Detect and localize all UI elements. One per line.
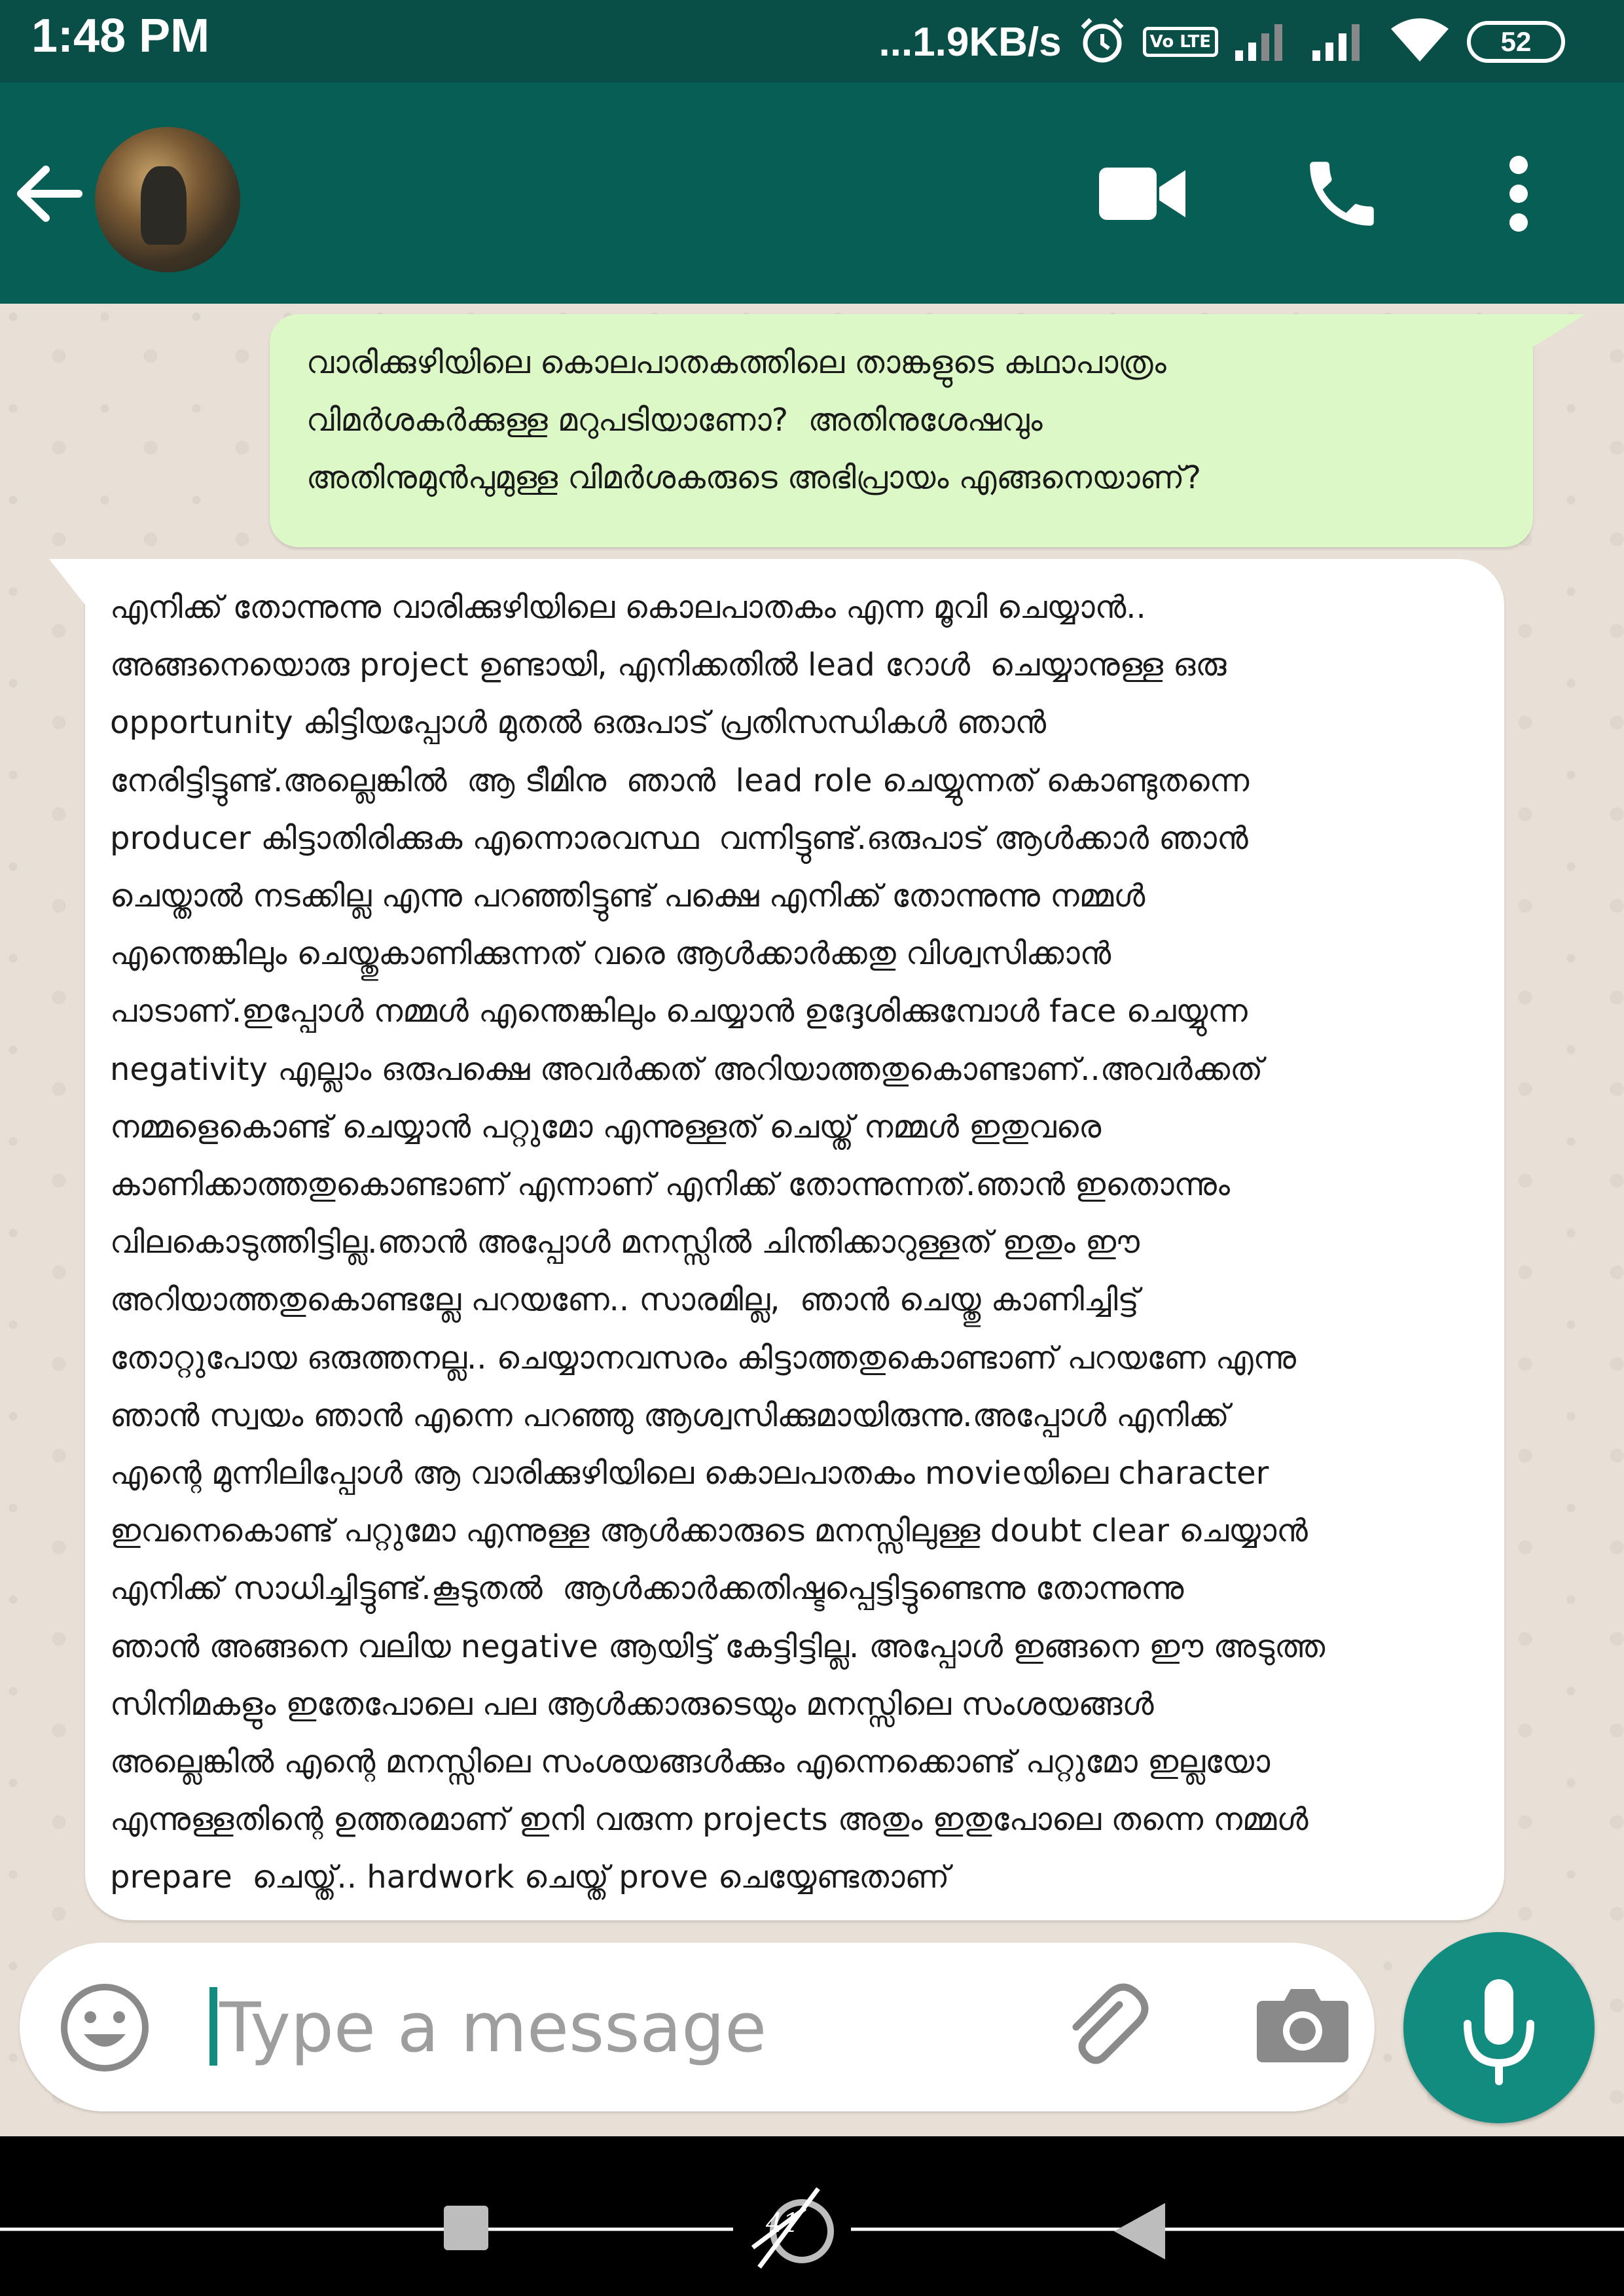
contact-avatar[interactable]: [95, 127, 240, 272]
more-vert-icon: [1509, 156, 1528, 232]
attach-button[interactable]: [1054, 1979, 1152, 2077]
emoji-icon: [61, 1984, 149, 2072]
network-speed: ...1.9KB/s: [878, 19, 1062, 65]
signal-icon: [1233, 18, 1295, 66]
outgoing-message-bubble[interactable]: വാരിക്കുഴിയിലെ കൊലപാതകത്തിലെ താങ്കളുടെ ക…: [270, 314, 1585, 547]
message-composer: [20, 1943, 1375, 2111]
wifi-icon: [1387, 14, 1453, 69]
signal-icon: [1310, 18, 1373, 66]
emoji-button[interactable]: [59, 1982, 151, 2073]
message-input[interactable]: [219, 1979, 1031, 2077]
chat-header: [0, 82, 1624, 304]
camera-button[interactable]: [1250, 1979, 1355, 2077]
back-nav-button[interactable]: [1106, 2195, 1172, 2267]
video-call-button[interactable]: [1090, 141, 1195, 246]
attach-icon: [1072, 1983, 1149, 2064]
mic-button[interactable]: [1403, 1932, 1595, 2123]
recents-button[interactable]: [440, 2202, 492, 2254]
outgoing-message-text: വാരിക്കുഴിയിലെ കൊലപാതകത്തിലെ താങ്കളുടെ ക…: [306, 344, 1201, 496]
more-options-button[interactable]: [1466, 141, 1571, 246]
video-call-icon: [1099, 168, 1185, 220]
text-cursor: [209, 1987, 217, 2066]
mic-icon: [1464, 1979, 1534, 2085]
back-triangle-icon: [1114, 2203, 1165, 2259]
system-nav-bar: 41: [0, 2136, 1624, 2296]
volte-badge: Vo LTE: [1142, 27, 1218, 57]
status-indicators: ...1.9KB/s Vo LTE 52: [878, 9, 1565, 75]
recents-square-icon: [444, 2206, 488, 2250]
status-time: 1:48 PM: [31, 10, 210, 62]
status-bar: 1:48 PM ...1.9KB/s Vo LTE 52: [0, 0, 1624, 82]
back-arrow-icon: [17, 166, 82, 222]
incoming-message-text: എനിക്ക് തോന്നുന്നു വാരിക്കുഴിയിലെ കൊലപാത…: [110, 589, 1326, 1896]
voice-call-button[interactable]: [1290, 141, 1394, 246]
watermark-number: 41: [766, 2208, 799, 2238]
alarm-icon: [1076, 14, 1128, 69]
back-button[interactable]: [7, 151, 92, 236]
battery-icon: 52: [1467, 21, 1565, 63]
incoming-message-bubble[interactable]: എനിക്ക് തോന്നുന്നു വാരിക്കുഴിയിലെ കൊലപാത…: [49, 559, 1504, 1920]
camera-icon: [1257, 1989, 1348, 2062]
phone-call-icon: [1310, 162, 1374, 226]
